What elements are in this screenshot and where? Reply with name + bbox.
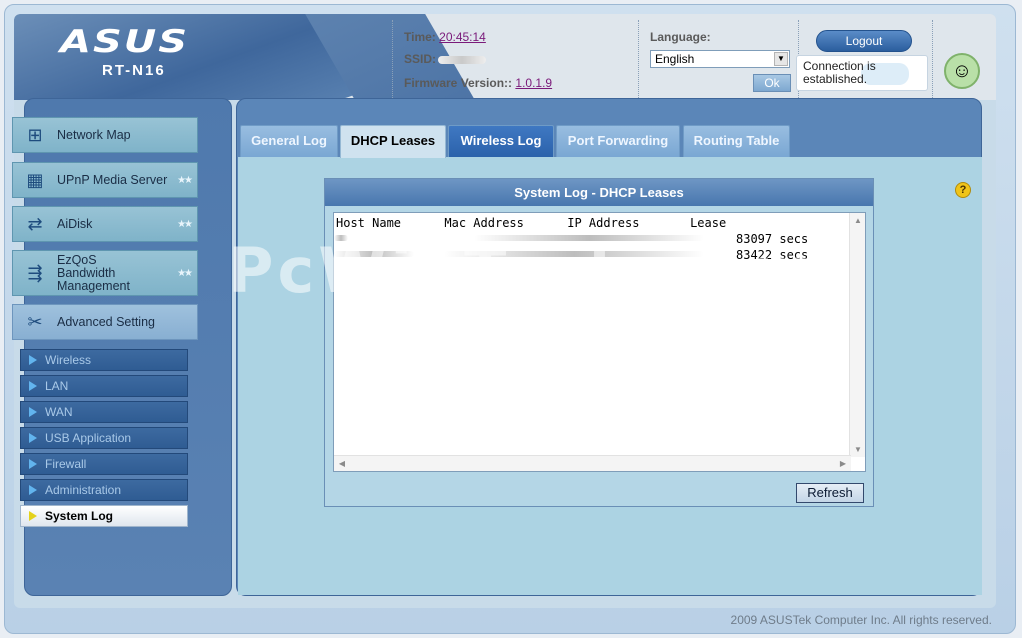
scroll-left-icon[interactable]: ◀	[334, 459, 350, 468]
menu-label: AiDisk	[57, 217, 93, 231]
time-link[interactable]: 20:45:14	[439, 30, 486, 44]
asus-logo: ASUS	[60, 24, 190, 60]
menu-label: Network Map	[57, 128, 131, 142]
menu-ezqos[interactable]: ⇶ EzQoS Bandwidth Management ★★	[12, 250, 198, 296]
menu-network-map[interactable]: ⊞ Network Map	[12, 117, 198, 153]
column-lease: Lease	[690, 216, 727, 230]
ok-button[interactable]: Ok	[753, 74, 791, 92]
subitem-label: Firewall	[45, 457, 87, 471]
arrow-right-icon	[29, 459, 37, 469]
redacted-host	[334, 235, 348, 241]
arrow-right-icon	[29, 381, 37, 391]
menu-aidisk[interactable]: ⇄ AiDisk ★★	[12, 206, 198, 242]
tab-general-log[interactable]: General Log	[240, 125, 338, 157]
log-title: System Log - DHCP Leases	[325, 179, 873, 206]
column-host-name: Host Name	[336, 216, 402, 230]
arrow-right-icon	[29, 511, 37, 521]
divider	[392, 20, 393, 98]
language-value: English	[655, 52, 695, 66]
ssid-info: SSID:	[404, 52, 487, 66]
scroll-up-icon[interactable]: ▲	[850, 216, 866, 225]
log-header-row: Host Name Mac Address IP Address Lease	[336, 215, 726, 231]
subitem-label: USB Application	[45, 431, 132, 445]
language-select[interactable]: English ▼	[650, 50, 790, 68]
scroll-right-icon[interactable]: ▶	[835, 459, 851, 468]
aidisk-icon: ⇄	[27, 213, 43, 234]
menu-upnp-media-server[interactable]: ▦ UPnP Media Server ★★	[12, 162, 198, 198]
time-info: Time: 20:45:14	[404, 30, 486, 44]
redacted-mac-ip	[474, 235, 704, 241]
subitem-label: LAN	[45, 379, 69, 393]
horizontal-scrollbar[interactable]: ◀ ▶	[334, 455, 851, 471]
arrow-right-icon	[29, 485, 37, 495]
ssid-redacted	[438, 55, 487, 64]
chevron-down-icon[interactable]: ▼	[774, 52, 788, 66]
help-icon[interactable]: ?	[955, 182, 971, 198]
arrow-right-icon	[29, 407, 37, 417]
language-label: Language:	[650, 30, 711, 44]
time-label: Time:	[404, 30, 436, 44]
menu-label: Advanced Setting	[57, 315, 155, 329]
log-panel: System Log - DHCP Leases Host Name Mac A…	[324, 178, 874, 507]
menu-label: UPnP Media Server	[57, 173, 168, 187]
model-name: RT-N16	[102, 62, 166, 79]
tab-routing-table[interactable]: Routing Table	[683, 125, 790, 157]
subitem-wan[interactable]: WAN	[20, 401, 188, 423]
scroll-down-icon[interactable]: ▼	[850, 445, 866, 454]
redacted-mac-ip	[444, 251, 704, 257]
tab-wireless-log[interactable]: Wireless Log	[448, 125, 554, 157]
menu-label: EzQoS Bandwidth Management	[57, 252, 130, 293]
subitem-system-log[interactable]: System Log	[20, 505, 188, 527]
subitem-firewall[interactable]: Firewall	[20, 453, 188, 475]
tab-dhcp-leases[interactable]: DHCP Leases	[340, 125, 446, 158]
firmware-label: Firmware Version::	[404, 76, 513, 90]
subitem-label: Administration	[45, 483, 122, 497]
divider	[638, 20, 639, 98]
subitem-wireless[interactable]: Wireless	[20, 349, 188, 371]
log-textarea[interactable]: Host Name Mac Address IP Address Lease 8…	[333, 212, 866, 472]
column-mac-address: Mac Address	[444, 216, 524, 230]
subitem-label: WAN	[45, 405, 73, 419]
lease-value: 83097 secs	[736, 232, 809, 246]
network-map-icon: ⊞	[27, 124, 43, 145]
subitem-label: System Log	[45, 509, 114, 523]
qos-icon: ⇶	[27, 262, 43, 283]
wrench-icon: ✂	[27, 311, 43, 332]
copyright-footer: 2009 ASUSTek Computer Inc. All rights re…	[730, 613, 992, 627]
tab-port-forwarding[interactable]: Port Forwarding	[556, 125, 680, 157]
connection-status-text: Connection is established.	[803, 59, 876, 86]
ssid-label: SSID:	[404, 52, 437, 66]
menu-advanced-setting[interactable]: ✂ Advanced Setting	[12, 304, 198, 340]
status-avatar-icon: ☺	[944, 53, 980, 89]
divider	[932, 20, 933, 98]
lease-value: 83422 secs	[736, 248, 809, 262]
firmware-info: Firmware Version:: 1.0.1.9	[404, 76, 552, 90]
column-ip-address: IP Address	[567, 216, 640, 230]
connection-status: Connection is established.	[796, 55, 928, 91]
logout-button[interactable]: Logout	[816, 30, 912, 52]
arrow-right-icon	[29, 433, 37, 443]
firmware-link[interactable]: 1.0.1.9	[515, 76, 552, 90]
subitem-label: Wireless	[45, 353, 92, 367]
redacted-host	[334, 251, 414, 257]
subitem-lan[interactable]: LAN	[20, 375, 188, 397]
arrow-right-icon	[29, 355, 37, 365]
subitem-usb-application[interactable]: USB Application	[20, 427, 188, 449]
stars-icon: ★★	[177, 174, 193, 186]
stars-icon: ★★	[177, 267, 193, 279]
subitem-administration[interactable]: Administration	[20, 479, 188, 501]
vertical-scrollbar[interactable]: ▲ ▼	[849, 213, 865, 457]
media-server-icon: ▦	[26, 169, 44, 190]
refresh-button[interactable]: Refresh	[796, 483, 864, 503]
stars-icon: ★★	[177, 218, 193, 230]
